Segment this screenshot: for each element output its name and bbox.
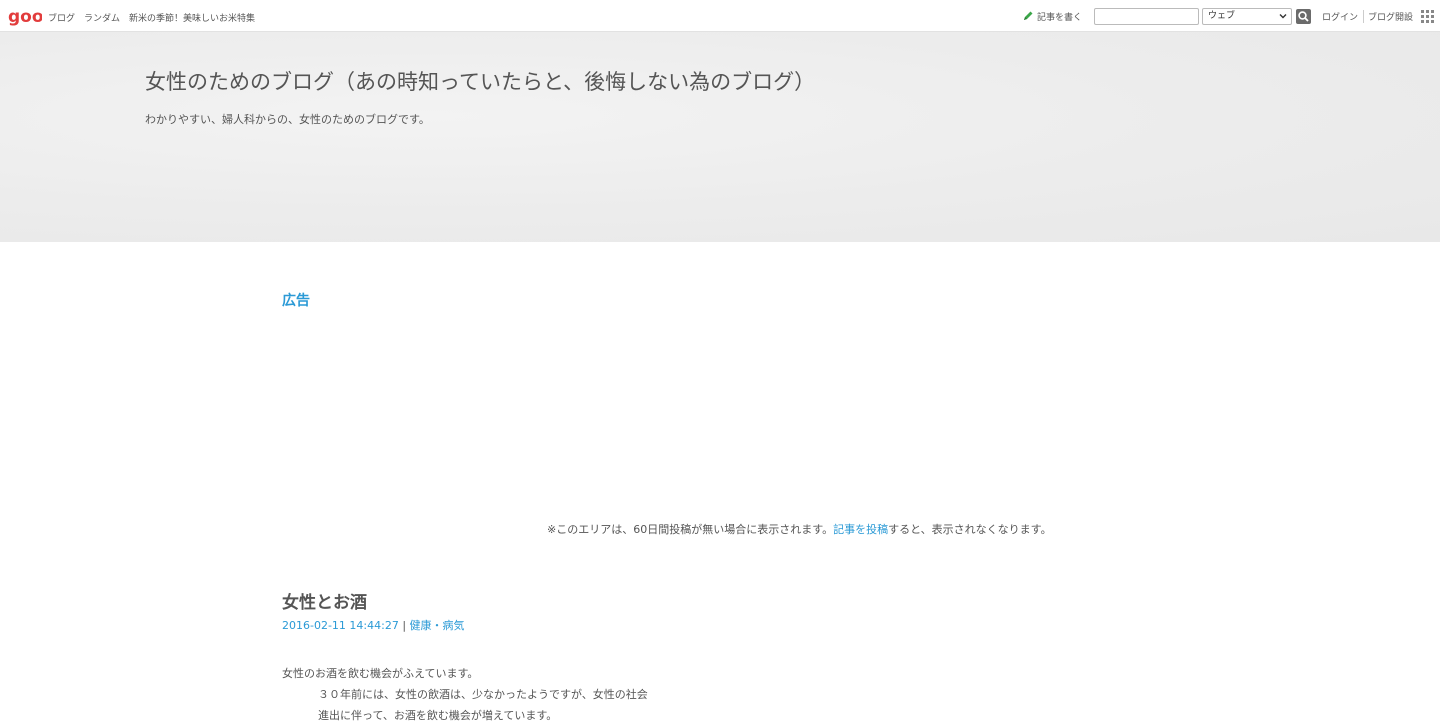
ad-notice-text-after: すると、表示されなくなります。 (888, 523, 1052, 536)
write-article-link[interactable]: 記事を書く (1022, 10, 1082, 23)
entry-body-line: ３０年前には、女性の飲酒は、少なかったようですが、女性の社会 (318, 688, 648, 701)
pencil-icon (1023, 11, 1033, 20)
entry-meta: 2016-02-11 14:44:27 | 健康・病気 (282, 617, 465, 633)
blog-description: わかりやすい、婦人科からの、女性のためのブログです。 (145, 113, 430, 126)
search-scope-select[interactable]: ウェブ (1201, 7, 1292, 25)
apps-grid-icon[interactable] (1421, 9, 1434, 23)
entry-body-line: 女性のお酒を飲む機会がふえています。 (282, 667, 479, 680)
meta-separator: | (398, 619, 410, 632)
blog-title[interactable]: 女性のためのブログ（あの時知っていたらと、後悔しない為のブログ） (145, 66, 815, 96)
search-icon[interactable] (1295, 8, 1311, 24)
write-article-label: 記事を書く (1036, 12, 1082, 23)
nav-link-rice-feature[interactable]: 新米の季節！美味しいお米特集 (129, 11, 255, 24)
nav-link-blog[interactable]: ブログ (48, 11, 75, 24)
entry-category[interactable]: 健康・病気 (410, 619, 465, 632)
top-nav: ブログ ランダム 新米の季節！美味しいお米特集 (48, 11, 255, 24)
goo-logo[interactable]: goo (8, 7, 42, 27)
entry-title[interactable]: 女性とお酒 (282, 588, 367, 613)
svg-text:goo: goo (8, 7, 42, 27)
nav-link-random[interactable]: ランダム (84, 11, 120, 24)
login-link[interactable]: ログイン (1322, 9, 1364, 23)
search-input[interactable] (1093, 7, 1199, 25)
ad-label: 広告 (282, 293, 310, 309)
entry-date[interactable]: 2016-02-11 14:44:27 (282, 619, 399, 632)
entry-body-line: 進出に伴って、お酒を飲む機会が増えています。 (318, 709, 558, 722)
top-right-tools: 記事を書く ウェブ ログイン ブログ開設 (1022, 7, 1434, 25)
ad-notice-text-before: ※このエリアは、60日間投稿が無い場合に表示されます。 (547, 523, 834, 536)
open-blog-link[interactable]: ブログ開設 (1364, 10, 1413, 23)
chevron-down-icon (1279, 13, 1287, 18)
top-bar: goo ブログ ランダム 新米の季節！美味しいお米特集 記事を書く ウェブ ログ… (0, 0, 1440, 32)
search-scope-value: ウェブ (1207, 10, 1235, 21)
blog-header: 女性のためのブログ（あの時知っていたらと、後悔しない為のブログ） わかりやすい、… (0, 32, 1440, 242)
ad-notice: ※このエリアは、60日間投稿が無い場合に表示されます。記事を投稿すると、表示され… (547, 521, 1052, 537)
entry-body: 女性のお酒を飲む機会がふえています。 ３０年前には、女性の飲酒は、少なかったよう… (282, 663, 648, 726)
post-article-link[interactable]: 記事を投稿 (833, 523, 888, 536)
